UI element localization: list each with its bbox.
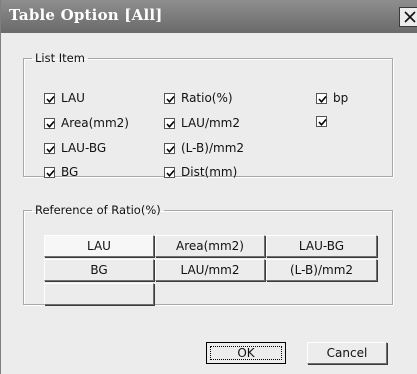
title-bar[interactable]: Table Option [All] [1, 0, 417, 33]
ref-button-area[interactable]: Area(mm2) [155, 235, 265, 257]
checkbox-lau-bg[interactable]: LAU-BG [44, 141, 106, 155]
checkbox-lau[interactable]: LAU [44, 91, 85, 105]
check-icon [166, 169, 175, 177]
ok-button[interactable]: OK [206, 342, 286, 364]
checkbox-label: LAU-BG [61, 141, 107, 155]
check-icon [166, 95, 175, 103]
table-option-dialog: Table Option [All] List Item LAU Area(mm… [0, 0, 417, 374]
reference-ratio-legend: Reference of Ratio(%) [35, 203, 161, 217]
reference-ratio-group: Reference of Ratio(%) LAU Area(mm2) LAU-… [23, 203, 393, 305]
checkbox-label: (L-B)/mm2 [181, 141, 245, 155]
check-icon [318, 118, 327, 127]
check-icon [46, 145, 55, 153]
cancel-label: Cancel [326, 346, 368, 360]
checkbox-area[interactable]: Area(mm2) [44, 116, 129, 130]
cancel-button[interactable]: Cancel [307, 342, 387, 364]
check-icon [46, 120, 55, 128]
checkbox-label: Area(mm2) [61, 116, 129, 130]
checkbox-label: Dist(mm) [181, 165, 238, 179]
list-item-legend: List Item [35, 51, 85, 65]
checkbox-box [316, 116, 327, 127]
ref-button-l-b-mm2[interactable]: (L-B)/mm2 [266, 259, 377, 281]
ref-button-lau-bg[interactable]: LAU-BG [266, 235, 377, 257]
checkbox-label: LAU/mm2 [181, 116, 241, 130]
dialog-title: Table Option [All] [9, 6, 163, 24]
close-x-icon [404, 11, 416, 23]
check-icon [46, 169, 55, 177]
checkbox-bg[interactable]: BG [44, 165, 78, 179]
check-icon [46, 95, 55, 103]
checkbox-label: bp [333, 91, 349, 105]
check-icon [166, 145, 175, 153]
ref-button-empty[interactable] [44, 283, 154, 305]
checkbox-box [44, 92, 55, 104]
checkbox-bp[interactable]: bp [316, 91, 348, 105]
check-icon [318, 95, 327, 103]
ref-button-lau[interactable]: LAU [44, 235, 154, 257]
checkbox-box [164, 142, 175, 154]
checkbox-label: LAU [61, 91, 85, 105]
checkbox-box [164, 166, 175, 178]
checkbox-lau-mm2[interactable]: LAU/mm2 [164, 116, 240, 130]
checkbox-ratio[interactable]: Ratio(%) [164, 91, 233, 105]
list-item-group: List Item LAU Area(mm2) LAU-BG BG Ratio(… [23, 51, 393, 179]
check-icon [166, 120, 175, 128]
ref-button-lau-mm2[interactable]: LAU/mm2 [155, 259, 265, 281]
checkbox-box [164, 117, 175, 129]
focus-rect [210, 346, 282, 360]
checkbox-label: Ratio(%) [181, 91, 233, 105]
checkbox-l-b-mm2[interactable]: (L-B)/mm2 [164, 141, 244, 155]
close-button[interactable] [399, 7, 417, 27]
checkbox-unlabeled[interactable] [316, 116, 333, 127]
checkbox-box [44, 117, 55, 129]
checkbox-box [44, 142, 55, 154]
checkbox-dist[interactable]: Dist(mm) [164, 165, 237, 179]
checkbox-box [44, 166, 55, 178]
checkbox-label: BG [61, 165, 79, 179]
ref-button-bg[interactable]: BG [44, 259, 154, 281]
checkbox-box [164, 92, 175, 104]
checkbox-box [316, 92, 327, 104]
